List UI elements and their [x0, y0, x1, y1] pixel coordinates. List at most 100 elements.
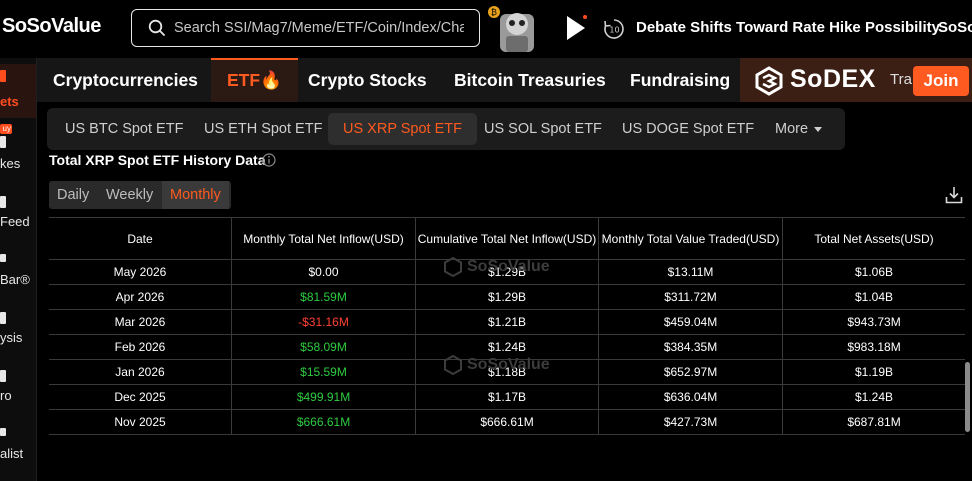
join-button[interactable]: Join	[913, 66, 969, 96]
sidebar-item-feed[interactable]: Feed	[0, 214, 30, 229]
sidebar-item-watchlist[interactable]: alist	[0, 446, 23, 461]
cell-traded: $311.72M	[599, 285, 783, 309]
cell-date: Dec 2025	[49, 385, 232, 409]
table-row: Mar 2026 -$31.16M $1.21B $459.04M $943.7…	[49, 310, 965, 335]
header-monthly-value-traded[interactable]: Monthly Total Value Traded(USD)	[599, 218, 783, 259]
cell-traded: $459.04M	[599, 310, 783, 334]
svg-text:₿: ₿	[491, 8, 497, 17]
watchlist-icon	[0, 428, 6, 436]
news-headline[interactable]: Debate Shifts Toward Rate Hike Possibili…	[636, 19, 940, 36]
cell-traded: $427.73M	[599, 410, 783, 434]
cell-date: Nov 2025	[49, 410, 232, 434]
pro-icon	[0, 370, 6, 382]
watermark-logo-icon	[444, 257, 462, 277]
sidebar-item-bar[interactable]: Bar®	[0, 272, 30, 287]
download-icon[interactable]	[945, 186, 963, 204]
cell-assets: $1.06B	[854, 265, 894, 279]
etf-subtabs: US BTC Spot ETF US ETH Spot ETF US XRP S…	[47, 108, 845, 150]
table-header-row: Date Monthly Total Net Inflow(USD) Cumul…	[49, 218, 965, 260]
cell-inflow: $81.59M	[232, 285, 416, 309]
cell-assets: $687.81M	[847, 415, 901, 429]
cell-assets: $1.24B	[854, 390, 894, 404]
tab-crypto-stocks[interactable]: Crypto Stocks	[308, 58, 427, 102]
table-row: Apr 2026 $81.59M $1.29B $311.72M $1.04B	[49, 285, 965, 310]
sidebar-item-pro[interactable]: ro	[0, 388, 12, 403]
subtab-sol-spot-etf[interactable]: US SOL Spot ETF	[469, 113, 617, 145]
header-total-net-assets[interactable]: Total Net Assets(USD)	[783, 218, 965, 259]
cell-date: Mar 2026	[49, 310, 232, 334]
watermark-logo-icon	[444, 355, 462, 375]
rewind-10-icon[interactable]: 10	[602, 17, 626, 41]
watermark: SoSoValue	[443, 257, 550, 277]
tab-cryptocurrencies[interactable]: Cryptocurrencies	[53, 58, 198, 102]
subtab-more-label: More	[775, 121, 809, 137]
subtab-doge-spot-etf[interactable]: US DOGE Spot ETF	[607, 113, 769, 145]
period-toggle: Daily Weekly Monthly	[49, 181, 231, 209]
period-monthly[interactable]: Monthly	[162, 181, 229, 209]
analysis-icon	[0, 312, 6, 324]
period-daily[interactable]: Daily	[49, 181, 97, 209]
top-bar: SoSoValue ₿ 10 Debate Shifts Toward Rate…	[0, 0, 972, 58]
cell-inflow: $499.91M	[232, 385, 416, 409]
stakes-icon	[0, 136, 6, 148]
search-input[interactable]	[174, 20, 464, 36]
cell-traded: $636.04M	[599, 385, 783, 409]
search-box[interactable]	[131, 9, 480, 47]
sodex-tagline: Tra	[890, 71, 912, 88]
section-title: Total XRP Spot ETF History Data	[49, 152, 266, 168]
cell-inflow: $15.59M	[232, 360, 416, 384]
vertical-scrollbar[interactable]	[965, 362, 970, 432]
history-table: Date Monthly Total Net Inflow(USD) Cumul…	[49, 217, 965, 435]
sidebar-item-stakes[interactable]: kes	[0, 156, 20, 171]
period-weekly[interactable]: Weekly	[98, 181, 161, 209]
search-icon	[148, 19, 165, 36]
chevron-down-icon	[814, 126, 823, 132]
play-icon[interactable]	[563, 14, 587, 42]
svg-text:10: 10	[609, 26, 619, 35]
mascot-icon[interactable]: ₿	[486, 4, 548, 52]
subtab-btc-spot-etf[interactable]: US BTC Spot ETF	[50, 113, 198, 145]
cell-assets: $1.19B	[854, 365, 894, 379]
news-headline-next[interactable]: SoSo	[938, 19, 972, 36]
tab-etf[interactable]: ETF🔥	[211, 58, 298, 102]
cell-assets: $983.18M	[847, 340, 901, 354]
brand-logo[interactable]: SoSoValue	[2, 15, 101, 38]
cell-date: Jan 2026	[49, 360, 232, 384]
subtab-xrp-spot-etf[interactable]: US XRP Spot ETF	[328, 113, 477, 145]
cell-cumulative: $1.29B	[416, 285, 599, 309]
subtab-more[interactable]: More	[760, 113, 837, 145]
cell-assets: $943.73M	[847, 315, 901, 329]
main-nav: Cryptocurrencies ETF🔥 Crypto Stocks Bitc…	[37, 58, 972, 102]
cell-date: Apr 2026	[49, 285, 232, 309]
table-row: Dec 2025 $499.91M $1.17B $636.04M $1.24B	[49, 385, 965, 410]
sidebar-item-analysis[interactable]: ysis	[0, 330, 22, 345]
sodex-logo-icon	[755, 66, 783, 96]
cell-cumulative: $666.61M	[416, 410, 599, 434]
feed-icon	[0, 196, 6, 208]
header-monthly-net-inflow[interactable]: Monthly Total Net Inflow(USD)	[232, 218, 416, 259]
cell-traded: $13.11M	[599, 260, 783, 284]
info-icon[interactable]	[262, 153, 276, 167]
cell-date: May 2026	[49, 260, 232, 284]
cell-cumulative: $1.21B	[416, 310, 599, 334]
markets-icon	[0, 70, 6, 82]
buy-badge: uy	[0, 124, 12, 134]
tab-fundraising[interactable]: Fundraising	[630, 58, 730, 102]
cell-date: Feb 2026	[49, 335, 232, 359]
header-cumulative-net-inflow[interactable]: Cumulative Total Net Inflow(USD)	[416, 218, 599, 259]
cell-inflow: -$31.16M	[232, 310, 416, 334]
cell-inflow: $666.61M	[232, 410, 416, 434]
sidebar-item-markets[interactable]: ets	[0, 94, 19, 109]
subtab-eth-spot-etf[interactable]: US ETH Spot ETF	[189, 113, 337, 145]
header-date[interactable]: Date	[49, 218, 232, 259]
cell-inflow: $0.00	[232, 260, 416, 284]
tab-bitcoin-treasuries[interactable]: Bitcoin Treasuries	[454, 58, 606, 102]
bar-icon	[0, 254, 6, 262]
sodex-wordmark: SoDEX	[790, 65, 876, 93]
cell-inflow: $58.09M	[232, 335, 416, 359]
cell-assets: $1.04B	[854, 290, 894, 304]
cell-traded: $384.35M	[599, 335, 783, 359]
cell-traded: $652.97M	[599, 360, 783, 384]
watermark: SoSoValue	[443, 355, 550, 375]
cell-cumulative: $1.17B	[416, 385, 599, 409]
